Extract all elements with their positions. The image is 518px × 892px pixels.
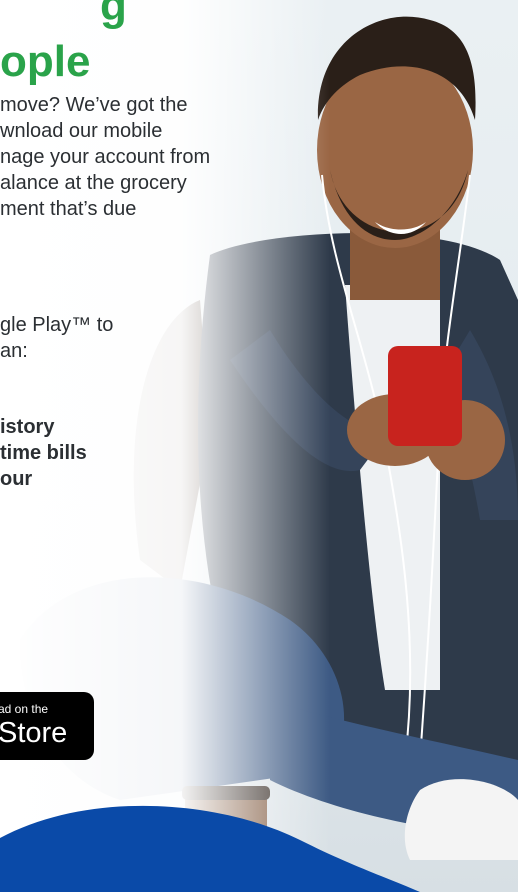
promo-panel: g ople move? We’ve got the wnload our mo… [0,0,518,892]
blue-wave-decoration [0,805,420,892]
